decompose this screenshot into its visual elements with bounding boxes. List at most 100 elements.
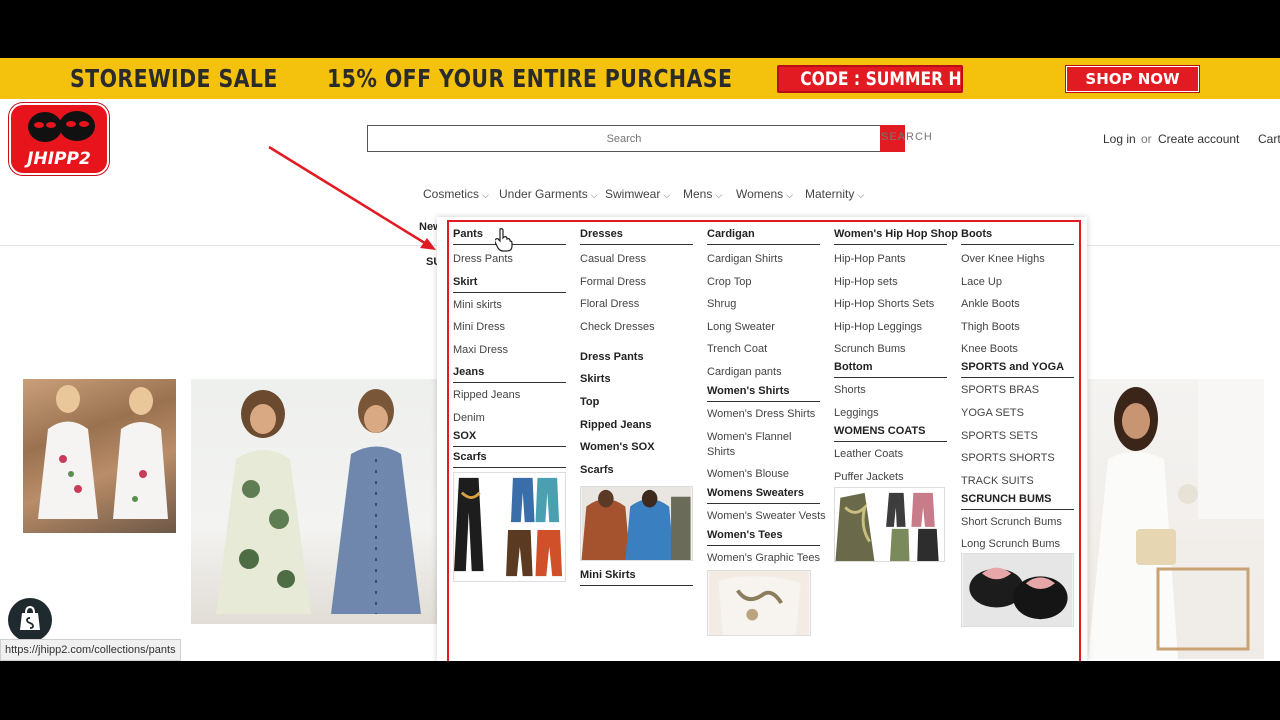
dresses-thumbnail[interactable]: [580, 485, 693, 561]
nav-item-mens[interactable]: Mens ⌵: [683, 187, 722, 201]
logo-text: JHIPP2: [27, 149, 91, 169]
menu-link-thigh-boots[interactable]: Thigh Boots: [961, 321, 1074, 344]
menu-link-track-suits[interactable]: TRACK SUITS: [961, 475, 1074, 493]
menu-heading-womens-tees[interactable]: Women's Tees: [707, 529, 820, 547]
menu-heading-scrunch-bums[interactable]: SCRUNCH BUMS: [961, 493, 1074, 510]
product-image-summer-dresses[interactable]: [191, 379, 437, 624]
menu-link-trench-coat[interactable]: Trench Coat: [707, 343, 820, 366]
menu-heading-womens-coats[interactable]: WOMENS COATS: [834, 425, 947, 442]
nav-label: Maternity: [805, 187, 855, 201]
menu-link-crop-top[interactable]: Crop Top: [707, 276, 820, 299]
menu-heading-sox[interactable]: SOX: [453, 430, 566, 447]
logo-faces-icon: [28, 111, 95, 142]
menu-link-ankle-boots[interactable]: Ankle Boots: [961, 298, 1074, 321]
menu-heading-cardigan[interactable]: Cardigan: [707, 228, 820, 245]
menu-link-knee-boots[interactable]: Knee Boots: [961, 343, 1074, 361]
menu-link-floral-dress[interactable]: Floral Dress: [580, 298, 693, 321]
menu-link-shorts[interactable]: Shorts: [834, 384, 947, 407]
product-image-white-floral-dress[interactable]: [23, 379, 176, 533]
mega-menu-column-cardigan: Cardigan Cardigan Shirts Crop Top Shrug …: [707, 228, 826, 637]
nav-item-under-garments[interactable]: Under Garments ⌵: [499, 187, 598, 201]
menu-link-womens-flannel[interactable]: Women's Flannel: [707, 431, 820, 446]
menu-link-dress-pants[interactable]: Dress Pants: [453, 253, 566, 276]
hip-hop-thumbnail[interactable]: [834, 486, 945, 562]
menu-link-mini-skirts[interactable]: Mini skirts: [453, 299, 566, 322]
menu-link-denim[interactable]: Denim: [453, 412, 566, 430]
menu-heading-ripped-jeans[interactable]: Ripped Jeans: [580, 419, 693, 442]
nav-item-womens[interactable]: Womens ⌵: [736, 187, 793, 201]
menu-heading-boots[interactable]: Boots: [961, 228, 1074, 245]
promo-sale-text: STOREWIDE SALE: [70, 64, 278, 93]
menu-link-womens-blouse[interactable]: Women's Blouse: [707, 468, 820, 487]
nav-item-maternity[interactable]: Maternity ⌵: [805, 187, 864, 201]
menu-link-womens-graphic-tees[interactable]: Women's Graphic Tees: [707, 552, 820, 570]
menu-heading-jeans[interactable]: Jeans: [453, 366, 566, 384]
menu-link-womens-sweater-vests[interactable]: Women's Sweater Vests: [707, 510, 826, 529]
menu-link-sports-sets[interactable]: SPORTS SETS: [961, 430, 1074, 453]
menu-link-maxi-dress[interactable]: Maxi Dress: [453, 344, 566, 367]
menu-heading-sports-and-yoga[interactable]: SPORTS and YOGA: [961, 361, 1074, 379]
menu-link-leggings[interactable]: Leggings: [834, 407, 947, 425]
nav-item-swimwear[interactable]: Swimwear ⌵: [605, 187, 670, 201]
menu-link-over-knee-highs[interactable]: Over Knee Highs: [961, 253, 1074, 276]
scrunch-bums-thumbnail[interactable]: [961, 553, 1074, 628]
menu-link-casual-dress[interactable]: Casual Dress: [580, 253, 693, 276]
menu-link-formal-dress[interactable]: Formal Dress: [580, 276, 693, 299]
chevron-down-icon: ⌵: [715, 190, 723, 200]
chevron-down-icon: ⌵: [786, 190, 793, 200]
menu-link-scrunch-bums[interactable]: Scrunch Bums: [834, 343, 947, 361]
search-input[interactable]: [368, 126, 880, 151]
menu-link-mini-dress[interactable]: Mini Dress: [453, 321, 566, 344]
menu-heading-scarfs[interactable]: Scarfs: [453, 451, 566, 468]
menu-heading-dresses[interactable]: Dresses: [580, 228, 693, 245]
menu-heading-top[interactable]: Top: [580, 396, 693, 419]
nav-label: Mens: [683, 187, 713, 201]
product-image-white-outfit[interactable]: [1088, 379, 1264, 659]
nav-item-cosmetics[interactable]: Cosmetics ⌵: [423, 187, 489, 201]
cart-link[interactable]: Cart: [1258, 132, 1280, 146]
menu-link-hip-hop-pants[interactable]: Hip-Hop Pants: [834, 253, 947, 276]
menu-link-ripped-jeans[interactable]: Ripped Jeans: [453, 389, 566, 412]
shopify-chat-badge[interactable]: [8, 598, 52, 642]
menu-heading-bottom[interactable]: Bottom: [834, 361, 947, 379]
menu-heading-womens-sweaters[interactable]: Womens Sweaters: [707, 487, 820, 505]
menu-link-yoga-sets[interactable]: YOGA SETS: [961, 407, 1074, 430]
login-link[interactable]: Log in: [1103, 132, 1136, 146]
menu-link-womens-flannel-shirts[interactable]: Shirts: [707, 446, 820, 469]
menu-link-womens-dress-shirts[interactable]: Women's Dress Shirts: [707, 408, 820, 431]
menu-link-long-sweater[interactable]: Long Sweater: [707, 321, 820, 344]
menu-link-puffer-jackets[interactable]: Puffer Jackets: [834, 471, 947, 487]
menu-link-long-scrunch-bums[interactable]: Long Scrunch Bums: [961, 538, 1074, 553]
menu-heading-scarfs[interactable]: Scarfs: [580, 464, 693, 486]
tees-thumbnail[interactable]: [707, 570, 811, 637]
site-logo[interactable]: JHIPP2: [9, 103, 109, 175]
menu-link-short-scrunch-bums[interactable]: Short Scrunch Bums: [961, 516, 1074, 539]
menu-heading-womens-hip-hop-shop[interactable]: Women's Hip Hop Shop: [834, 228, 958, 245]
menu-link-cardigan-shirts[interactable]: Cardigan Shirts: [707, 253, 820, 276]
hand-cursor-icon: [495, 228, 513, 252]
menu-link-lace-up[interactable]: Lace Up: [961, 276, 1074, 299]
menu-heading-womens-shirts[interactable]: Women's Shirts: [707, 385, 820, 402]
menu-link-hip-hop-leggings[interactable]: Hip-Hop Leggings: [834, 321, 947, 344]
menu-link-cardigan-pants[interactable]: Cardigan pants: [707, 366, 820, 385]
product-photo: [1088, 379, 1264, 659]
menu-heading-skirt[interactable]: Skirt: [453, 276, 566, 293]
search-button-label: SEARCH: [881, 131, 933, 143]
menu-link-hip-hop-shorts-sets[interactable]: Hip-Hop Shorts Sets: [834, 298, 947, 321]
menu-heading-womens-sox[interactable]: Women's SOX: [580, 441, 693, 464]
menu-link-sports-bras[interactable]: SPORTS BRAS: [961, 384, 1074, 407]
menu-link-sports-shorts[interactable]: SPORTS SHORTS: [961, 452, 1074, 475]
menu-link-check-dresses[interactable]: Check Dresses: [580, 321, 693, 351]
pants-thumbnail[interactable]: [453, 471, 566, 582]
search-box[interactable]: [367, 125, 881, 152]
menu-link-hip-hop-sets[interactable]: Hip-Hop sets: [834, 276, 947, 299]
create-account-link[interactable]: Create account: [1158, 132, 1239, 146]
menu-link-shrug[interactable]: Shrug: [707, 298, 820, 321]
menu-link-leather-coats[interactable]: Leather Coats: [834, 448, 947, 471]
menu-heading-dress-pants[interactable]: Dress Pants: [580, 351, 693, 374]
menu-heading-mini-skirts[interactable]: Mini Skirts: [580, 569, 693, 586]
shop-now-button[interactable]: SHOP NOW: [1065, 65, 1200, 93]
promo-banner[interactable]: STOREWIDE SALE 15% OFF YOUR ENTIRE PURCH…: [0, 58, 1280, 99]
chevron-down-icon: ⌵: [663, 190, 671, 200]
menu-heading-skirts[interactable]: Skirts: [580, 373, 693, 396]
